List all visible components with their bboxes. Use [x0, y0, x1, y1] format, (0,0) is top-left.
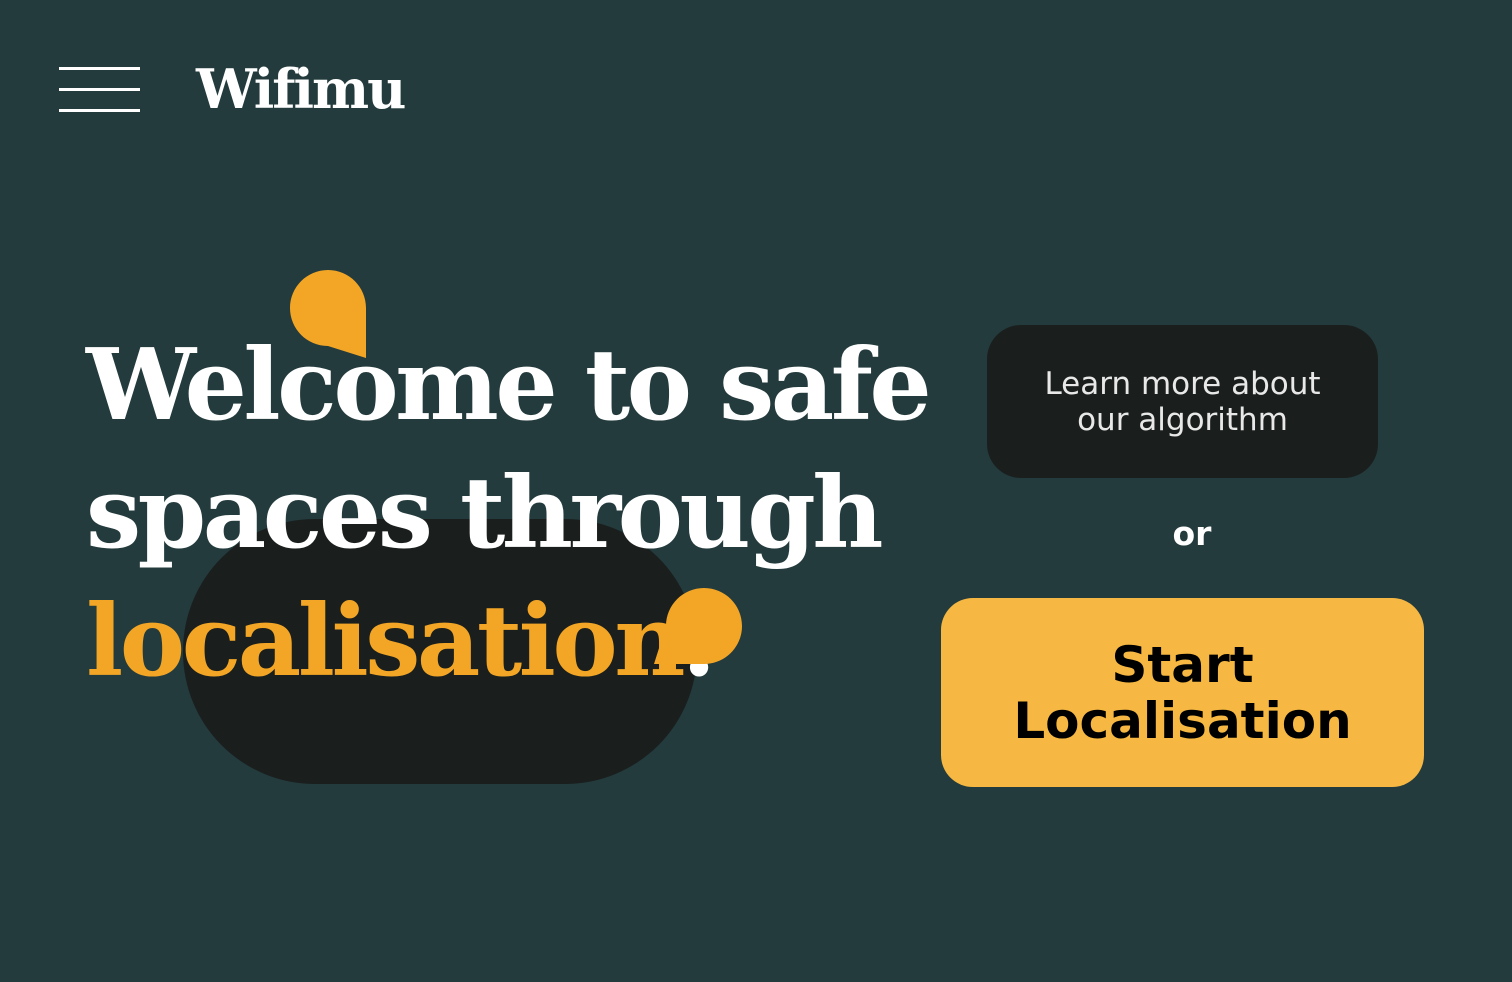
- hero-headline: Welcome to safe spaces through localisat…: [86, 322, 932, 706]
- menu-line: [59, 67, 140, 70]
- start-localisation-button[interactable]: Start Localisation: [941, 598, 1424, 787]
- learn-more-button[interactable]: Learn more about our algorithm: [987, 325, 1378, 478]
- landing-page: Wifimu Welcome to safe spaces through lo…: [0, 0, 1512, 982]
- headline-highlight: localisation: [86, 584, 686, 699]
- headline-line-3: localisation.: [86, 578, 928, 706]
- or-separator: or: [1172, 514, 1212, 553]
- start-label-2: Localisation: [1013, 691, 1352, 750]
- hamburger-menu-icon[interactable]: [59, 67, 140, 112]
- headline-line-1: Welcome to safe: [86, 328, 932, 443]
- learn-more-label-2: our algorithm: [1077, 401, 1288, 438]
- start-label-1: Start: [1111, 635, 1254, 694]
- brand-logo[interactable]: Wifimu: [196, 52, 406, 126]
- headline-line-2: spaces through: [86, 456, 884, 571]
- menu-line: [59, 109, 140, 112]
- learn-more-label-1: Learn more about: [1044, 365, 1321, 402]
- menu-line: [59, 88, 140, 91]
- location-drop-icon: [654, 588, 742, 664]
